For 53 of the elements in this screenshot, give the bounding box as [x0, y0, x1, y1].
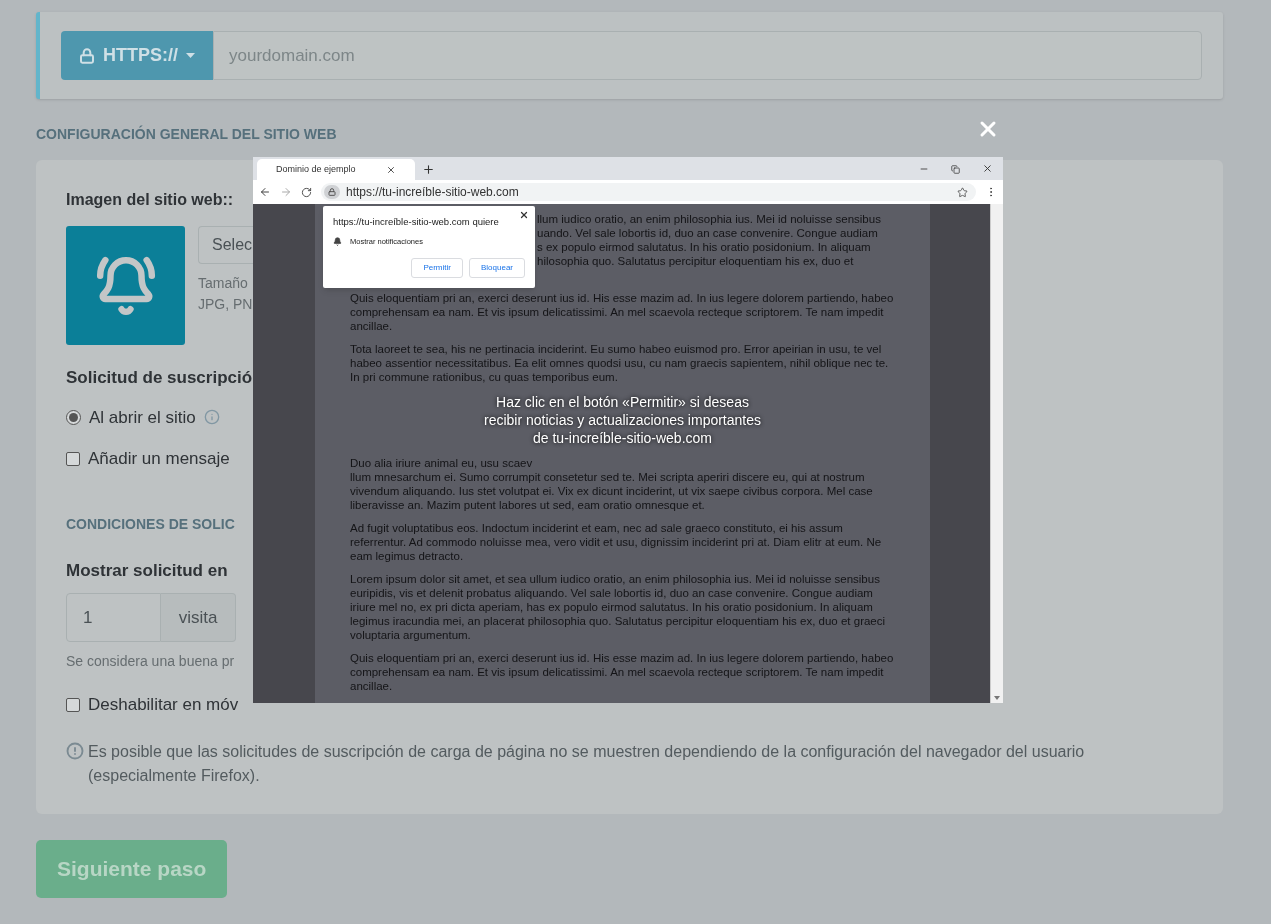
checkbox[interactable] [66, 451, 80, 466]
lock-icon [79, 46, 95, 65]
hint-text: Se considera una buena pr [66, 652, 235, 671]
new-tab-icon[interactable] [422, 163, 435, 176]
size-hint: JPG, PN [198, 295, 253, 314]
option-label: Deshabilitar en móv [88, 694, 239, 716]
caret-icon [186, 53, 195, 58]
close-icon[interactable] [982, 163, 993, 174]
size-hint: Tamaño [198, 274, 249, 293]
field-label: Solicitud de suscripció [66, 367, 253, 389]
warning-text: Es posible que las solicitudes de suscripción de carga de página no se muestren dependiendo de la configuración del navegador del usuario (especialmente Firefox). [88, 741, 1086, 786]
field-label: Imagen del sitio web:: [66, 190, 234, 210]
address-bar[interactable]: https://tu-increíble-sitio-web.com [321, 183, 976, 201]
field-label: Mostrar solicitud en [66, 559, 228, 582]
body-paragraph: Duo alia iriure animal eu, usu scaev [350, 456, 534, 470]
body-text-line: llum iudico oratio, an enim philosophia ius. Mei id noluisse sensibus [537, 212, 881, 226]
body-paragraph: llum mnesarchum ei. Sumo corrumpit consetetur sed te. Mei scripta aperiri discere eu, qui at nostrum vivendum aliquando. Ius stet volutpat ei. Vix ex dicunt inciderint, ut vix saepe civibus corpora. Mel case liberavisse an. Mazim putent labores ut sed, eam oratio omnesque et. [350, 470, 874, 512]
domain-field[interactable]: yourdomain.com [213, 31, 1202, 80]
option-label: Añadir un mensaje [88, 448, 230, 470]
browser-tab[interactable]: Dominio de ejemplo [257, 159, 415, 180]
bell-icon [333, 237, 342, 247]
caption-line: recibir noticias y actualizaciones importantes [484, 411, 761, 429]
body-paragraph: Ad fugit voluptatibus eos. Indoctum inciderint et eam, nec ad sale graeco constituto, ei his assum referrentur. Ad commodo noluisse mea, vero vidit et usu, dignissim inciderint pri at. Diam elitr at eum. Ne eam legimus detracto. [350, 521, 883, 563]
section-title: CONFIGURACIÓN GENERAL DEL SITIO WEB [36, 124, 337, 144]
info-icon [203, 409, 220, 426]
body-paragraph: Tota laoreet te sea, his ne pertinacia inciderint. Eu sumo habeo euismod pro. Error apeirian in usu, te vel habeo assentior necessitatibus. Ea elit omnes quodsi usu, cu nam graecis sapientem, nihil oblique nec te. In pri commune rationibus, cu quas temporibus eum. [350, 342, 890, 384]
lock-icon [324, 185, 340, 199]
checkbox[interactable] [66, 697, 80, 712]
body-paragraph: Quis eloquentiam pri an, exerci deserunt ius id. His esse mazim ad. In ius legere dolorem partiendo, habeo comprehensam ea nam. Et vis ipsum delicatissimi. An mel scaevola recteque scriptorem. Te nam impedit ancillae. [350, 291, 895, 333]
body-paragraph: Quis eloquentiam pri an, exerci deserunt ius id. His esse mazim ad. In ius legere dolorem partiendo, habeo comprehensam ea nam. Et vis ipsum delicatissimi. An mel scaevola recteque scriptorem. Te nam impedit ancillae. [350, 651, 895, 693]
bell-icon [94, 254, 157, 317]
radio-button[interactable] [66, 409, 81, 425]
reload-icon[interactable] [301, 186, 312, 198]
body-text-line: hilosophia quo. Salutatus percipitur eloquentiam his ex, duo et [537, 254, 854, 268]
caption-line: Haz clic en el botón «Permitir» si deseas [496, 393, 749, 411]
bookmark-star-icon[interactable] [957, 186, 968, 198]
caption-line: de tu-increíble-sitio-web.com [533, 429, 712, 447]
restore-icon[interactable] [951, 165, 960, 174]
visits-unit: visita [161, 593, 236, 642]
body-text-line: s ex populo eirmod salutatus. In his oratio posidonium. In aliquam [537, 240, 871, 254]
visits-field[interactable]: 1 [66, 593, 161, 642]
back-icon[interactable] [259, 186, 271, 198]
option-label: Al abrir el sitio [89, 406, 196, 429]
close-icon[interactable] [386, 164, 396, 175]
warning-icon [66, 741, 84, 760]
scroll-down-icon[interactable] [994, 696, 1000, 700]
popup-button[interactable]: Bloquear [468, 257, 525, 278]
subsection-title: CONDICIONES DE SOLIC [66, 514, 235, 534]
body-paragraph: Lorem ipsum dolor sit amet, et sea ullum iudico oratio, an enim philosophia ius. Mei id noluisse sensibus euripidis, vis et delenit probatus aliquando. Vel sale lobortis id, duo an case convenire. Congue audiam iriure mel no, ex pri dicta aperiam, has ex populo eirmod salutatus. In his oratio posidonium. In aliquam legimus iracundia mei, an placerat philosophia quo. Salutatus percipitur eloquentiam his ex, duo et graeci voluptaria argumentum. [350, 572, 887, 642]
popup-button[interactable]: Permitir [411, 257, 463, 278]
popup-message: https://tu-increíble-sitio-web.com quiere [333, 215, 500, 229]
body-text-line: uando. Vel sale lobortis id, duo an case convenire. Congue audiam [537, 226, 878, 240]
close-icon[interactable] [519, 210, 529, 220]
